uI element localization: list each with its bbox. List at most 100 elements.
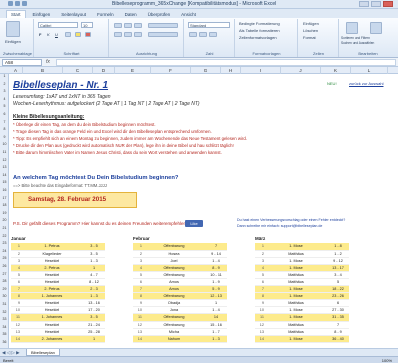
- font-name-select[interactable]: Calibri: [38, 22, 78, 28]
- row-header[interactable]: 31: [0, 302, 9, 306]
- undo-icon[interactable]: [15, 1, 20, 6]
- table-row[interactable]: 9 Obadja 1: [133, 299, 227, 308]
- row-header[interactable]: 27: [0, 272, 9, 276]
- table-row[interactable]: 8 1. Johannes 1 - 3: [11, 292, 105, 301]
- tab-seitenlayout[interactable]: Seitenlayout: [57, 11, 90, 18]
- table-row[interactable]: 12 Hesekiel 21 - 24: [11, 321, 105, 329]
- align-left-icon[interactable]: [114, 32, 122, 37]
- column-header[interactable]: A: [9, 67, 23, 74]
- row-header[interactable]: 9: [0, 135, 9, 139]
- tab-ansicht[interactable]: Ansicht: [177, 11, 200, 18]
- row-header[interactable]: 10: [0, 142, 9, 146]
- row-header[interactable]: 19: [0, 211, 9, 215]
- paste-icon[interactable]: [6, 21, 20, 37]
- start-date-field[interactable]: Samstag, 28. Februar 2015: [13, 192, 137, 208]
- column-header[interactable]: G: [191, 67, 221, 74]
- table-row[interactable]: 13 Micha 1 - 7: [133, 328, 227, 336]
- align-center-icon[interactable]: [124, 32, 132, 37]
- table-row[interactable]: 6 Hesekiel 8 - 12: [11, 278, 105, 287]
- fill-color-icon[interactable]: [75, 32, 81, 37]
- table-row[interactable]: 6 Matthäus 5: [255, 278, 349, 287]
- table-row[interactable]: 3 1. Mose 9 - 12: [255, 257, 349, 265]
- table-row[interactable]: 7 Amos 5 - 9: [133, 285, 227, 294]
- sort-filter-icon[interactable]: [346, 22, 358, 34]
- column-header[interactable]: F: [151, 67, 191, 74]
- cell-styles-button[interactable]: Zellenformatvorlagen: [239, 35, 277, 40]
- row-header[interactable]: 6: [0, 112, 9, 116]
- row-header[interactable]: 30: [0, 294, 9, 298]
- column-header[interactable]: D: [93, 67, 115, 74]
- row-header[interactable]: 20: [0, 218, 9, 222]
- table-row[interactable]: 12 Offenbarung 15 - 16: [133, 321, 227, 329]
- row-header[interactable]: 11: [0, 150, 9, 154]
- window-controls[interactable]: [359, 1, 393, 7]
- table-row[interactable]: 4 Offenbarung 8 - 9: [133, 264, 227, 272]
- table-row[interactable]: 10 Hesekiel 17 - 20: [11, 306, 105, 315]
- worksheet[interactable]: Bibelleseplan - Nr. 1 NEU! zurück zur Au…: [9, 74, 398, 348]
- column-header[interactable]: E: [115, 67, 151, 74]
- tab-start[interactable]: Start: [6, 10, 26, 18]
- table-row[interactable]: 2 Hosea 9 - 14: [133, 250, 227, 258]
- row-header[interactable]: 22: [0, 234, 9, 238]
- table-row[interactable]: 2 Matthäus 1 - 2: [255, 250, 349, 258]
- minimize-button[interactable]: [359, 1, 369, 7]
- merge-center-icon[interactable]: [148, 32, 178, 37]
- column-header[interactable]: L: [351, 67, 388, 74]
- tab-daten[interactable]: Daten: [121, 11, 141, 18]
- align-top-icon[interactable]: [114, 23, 122, 28]
- align-bottom-icon[interactable]: [134, 23, 142, 28]
- row-header[interactable]: 12: [0, 158, 9, 162]
- row-header[interactable]: 4: [0, 97, 9, 101]
- number-format-select[interactable]: Standard: [188, 22, 230, 28]
- row-header[interactable]: 33: [0, 317, 9, 321]
- bold-button[interactable]: F: [39, 32, 41, 37]
- table-row[interactable]: 2 Klagelieder 3 - 5: [11, 250, 105, 258]
- table-row[interactable]: 10 Jona 1 - 4: [133, 306, 227, 315]
- italic-button[interactable]: K: [47, 32, 50, 37]
- row-header[interactable]: 17: [0, 196, 9, 200]
- font-color-icon[interactable]: [85, 32, 91, 37]
- table-row[interactable]: 13 Matthäus 8 - 9: [255, 328, 349, 336]
- table-row[interactable]: 3 Joel 1 - 4: [133, 257, 227, 265]
- save-icon[interactable]: [8, 1, 13, 6]
- row-header[interactable]: 35: [0, 332, 9, 336]
- column-header[interactable]: H: [221, 67, 241, 74]
- table-row[interactable]: 1 1. Mose 1 - 8: [255, 243, 349, 251]
- sheet-tab-active[interactable]: Bibelleseplan: [26, 349, 60, 356]
- row-header[interactable]: 3: [0, 89, 9, 93]
- insert-cells-button[interactable]: Einfügen: [303, 21, 319, 26]
- find-select-label[interactable]: Suchen und Auswählen: [341, 41, 374, 45]
- conditional-formatting-button[interactable]: Bedingte Formatierung: [239, 21, 280, 26]
- format-as-table-button[interactable]: Als Tabelle formatieren: [239, 28, 280, 33]
- maximize-button[interactable]: [371, 1, 381, 7]
- row-header[interactable]: 16: [0, 188, 9, 192]
- table-row[interactable]: 8 Offenbarung 12 - 13: [133, 292, 227, 301]
- table-row[interactable]: 1 Offenbarung 7: [133, 243, 227, 251]
- table-row[interactable]: 5 Hesekiel 4 - 7: [11, 271, 105, 279]
- redo-icon[interactable]: [22, 1, 27, 6]
- row-header[interactable]: 36: [0, 340, 9, 344]
- delete-cells-button[interactable]: Löschen: [303, 28, 318, 33]
- column-header[interactable]: C: [63, 67, 93, 74]
- row-header[interactable]: 29: [0, 287, 9, 291]
- row-header[interactable]: 5: [0, 104, 9, 108]
- paste-label[interactable]: Einfügen: [5, 39, 21, 44]
- row-header[interactable]: 23: [0, 241, 9, 245]
- row-header[interactable]: 1: [0, 74, 9, 78]
- format-cells-button[interactable]: Format: [303, 35, 316, 40]
- percent-icon[interactable]: [199, 32, 207, 37]
- row-header[interactable]: 7: [0, 120, 9, 124]
- table-row[interactable]: 3 Hesekiel 1 - 3: [11, 257, 105, 265]
- underline-button[interactable]: U: [55, 32, 58, 37]
- row-header[interactable]: 26: [0, 264, 9, 268]
- row-header[interactable]: 32: [0, 310, 9, 314]
- table-row[interactable]: 11 1. Mose 31 - 35: [255, 313, 349, 322]
- table-row[interactable]: 10 1. Mose 27 - 30: [255, 306, 349, 315]
- sort-filter-label[interactable]: Sortieren und Filtern: [341, 36, 370, 40]
- row-header[interactable]: 25: [0, 256, 9, 260]
- table-row[interactable]: 8 1. Mose 23 - 26: [255, 292, 349, 301]
- borders-icon[interactable]: [65, 32, 71, 37]
- table-row[interactable]: 14 Nahum 1 - 3: [133, 335, 227, 343]
- table-row[interactable]: 7 1. Mose 18 - 22: [255, 285, 349, 294]
- close-button[interactable]: [383, 1, 393, 7]
